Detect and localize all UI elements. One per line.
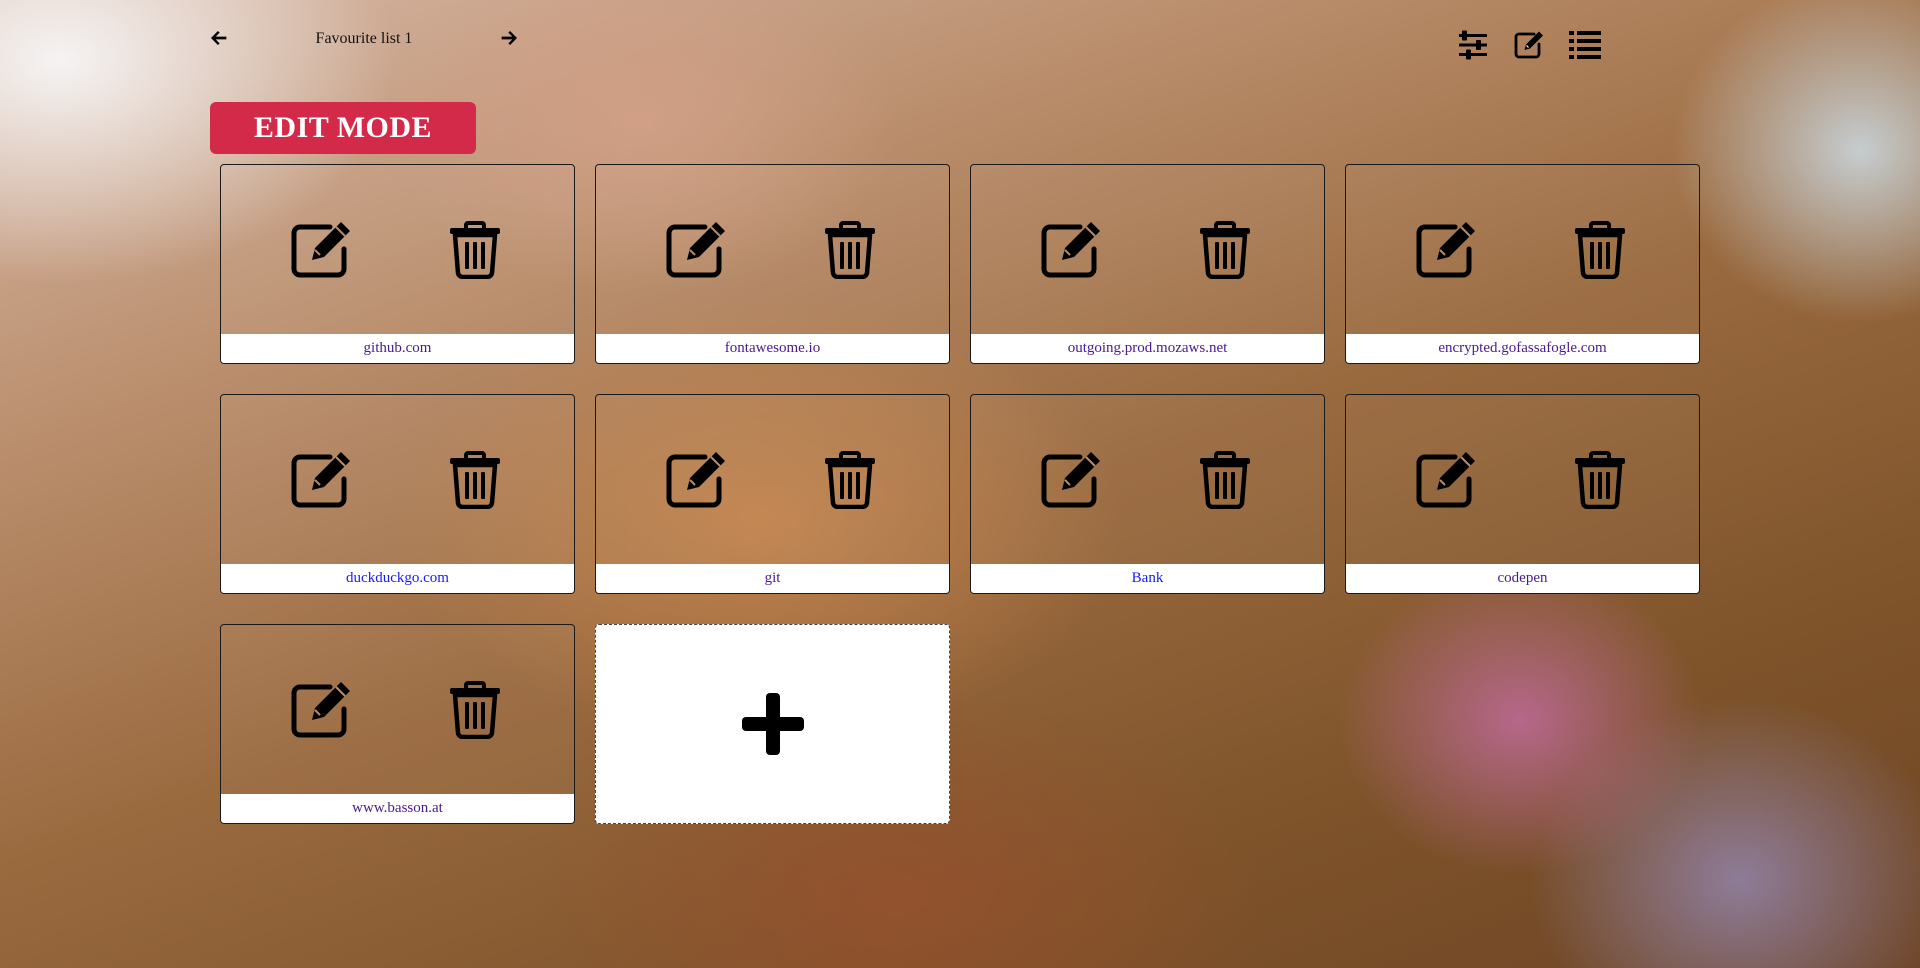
arrow-right-icon: [501, 30, 517, 46]
edit-tile-button[interactable]: [1038, 449, 1104, 511]
edit-mode-toggle-button[interactable]: [1512, 28, 1546, 62]
favourite-tile: fontawesome.io: [595, 164, 950, 364]
favourite-tile: github.com: [220, 164, 575, 364]
edit-icon: [666, 222, 725, 278]
trash-icon: [1200, 451, 1250, 509]
list-view-button[interactable]: [1568, 28, 1602, 62]
delete-tile-button[interactable]: [1199, 221, 1251, 279]
edit-icon: [1416, 452, 1475, 508]
delete-tile-button[interactable]: [1199, 451, 1251, 509]
edit-icon: [1416, 222, 1475, 278]
edit-tile-button[interactable]: [1413, 219, 1479, 281]
tile-actions: [971, 395, 1324, 565]
edit-tile-button[interactable]: [288, 679, 354, 741]
trash-icon: [1200, 221, 1250, 279]
plus-icon: [741, 693, 804, 755]
tile-link-label[interactable]: github.com: [221, 334, 574, 363]
edit-tile-button[interactable]: [288, 219, 354, 281]
sliders-icon: [1459, 30, 1487, 60]
tile-link-label[interactable]: Bank: [971, 564, 1324, 593]
edit-mode-badge: EDIT MODE: [210, 102, 476, 154]
favourites-grid: github.com fontawesome.io outgoing.prod.…: [220, 164, 1700, 824]
trash-icon: [1575, 221, 1625, 279]
trash-icon: [450, 221, 500, 279]
favourite-tile: encrypted.gofassafogle.com: [1345, 164, 1700, 364]
trash-icon: [450, 451, 500, 509]
trash-icon: [1575, 451, 1625, 509]
tile-actions: [596, 165, 949, 335]
favourite-tile: duckduckgo.com: [220, 394, 575, 594]
delete-tile-button[interactable]: [449, 451, 501, 509]
favourite-tile: codepen: [1345, 394, 1700, 594]
edit-icon: [666, 452, 725, 508]
edit-icon: [291, 682, 350, 738]
prev-list-button[interactable]: [208, 27, 230, 49]
edit-tile-button[interactable]: [1413, 449, 1479, 511]
tile-actions: [1346, 165, 1699, 335]
add-favourite-button[interactable]: [595, 624, 950, 824]
list-title: Favourite list 1: [315, 30, 413, 47]
trash-icon: [825, 451, 875, 509]
delete-tile-button[interactable]: [824, 451, 876, 509]
tile-link-label[interactable]: duckduckgo.com: [221, 564, 574, 593]
arrow-left-icon: [211, 30, 227, 46]
tile-link-label[interactable]: git: [596, 564, 949, 593]
edit-tile-button[interactable]: [663, 449, 729, 511]
delete-tile-button[interactable]: [1574, 221, 1626, 279]
edit-icon: [291, 452, 350, 508]
tile-actions: [1346, 395, 1699, 565]
delete-tile-button[interactable]: [824, 221, 876, 279]
settings-button[interactable]: [1456, 28, 1490, 62]
edit-tile-button[interactable]: [288, 449, 354, 511]
tile-link-label[interactable]: codepen: [1346, 564, 1699, 593]
next-list-button[interactable]: [498, 27, 520, 49]
edit-icon: [291, 222, 350, 278]
trash-icon: [825, 221, 875, 279]
list-icon: [1569, 31, 1601, 59]
tile-actions: [596, 395, 949, 565]
edit-icon: [1041, 452, 1100, 508]
favourite-tile: git: [595, 394, 950, 594]
tile-actions: [221, 395, 574, 565]
delete-tile-button[interactable]: [449, 221, 501, 279]
tile-link-label[interactable]: www.basson.at: [221, 794, 574, 823]
edit-tile-button[interactable]: [663, 219, 729, 281]
toolbar: [1456, 28, 1602, 62]
tile-actions: [221, 625, 574, 795]
favourite-tile: outgoing.prod.mozaws.net: [970, 164, 1325, 364]
delete-tile-button[interactable]: [449, 681, 501, 739]
delete-tile-button[interactable]: [1574, 451, 1626, 509]
tile-actions: [971, 165, 1324, 335]
edit-tile-button[interactable]: [1038, 219, 1104, 281]
tile-link-label[interactable]: fontawesome.io: [596, 334, 949, 363]
tile-link-label[interactable]: encrypted.gofassafogle.com: [1346, 334, 1699, 363]
edit-icon: [1514, 31, 1543, 59]
trash-icon: [450, 681, 500, 739]
edit-icon: [1041, 222, 1100, 278]
favourite-tile: www.basson.at: [220, 624, 575, 824]
favourite-tile: Bank: [970, 394, 1325, 594]
tile-actions: [221, 165, 574, 335]
tile-link-label[interactable]: outgoing.prod.mozaws.net: [971, 334, 1324, 363]
